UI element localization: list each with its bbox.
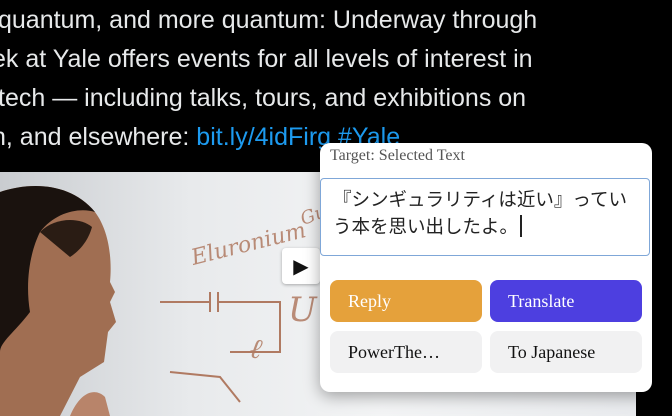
tweet-line: tech — including talks, tours, and exhib…: [0, 84, 527, 112]
text-caret: [520, 215, 522, 237]
play-icon: ▶: [293, 254, 309, 278]
translation-popup: Target: Selected Text 『シンギュラリティは近い』っていう本…: [320, 143, 652, 392]
tweet-line-prefix: n, and elsewhere:: [0, 123, 197, 151]
play-button[interactable]: ▶: [282, 248, 320, 284]
person-photo: [0, 186, 116, 416]
tweet-line: quantum, and more quantum: Underway thro…: [0, 6, 538, 34]
tweet-link[interactable]: bit.ly/4idFirg: [196, 123, 331, 151]
to-japanese-button[interactable]: To Japanese: [490, 331, 642, 373]
selected-text-input[interactable]: 『シンギュラリティは近い』っていう本を思い出したよ。: [320, 178, 650, 256]
translate-button[interactable]: Translate: [490, 280, 642, 322]
reply-button[interactable]: Reply: [330, 280, 482, 322]
target-label: Target: Selected Text: [330, 147, 465, 164]
tweet-line: ek at Yale offers events for all levels …: [0, 45, 533, 73]
input-text: 『シンギュラリティは近い』っていう本を思い出したよ。: [333, 190, 627, 238]
power-the-button[interactable]: PowerThe…: [330, 331, 482, 373]
